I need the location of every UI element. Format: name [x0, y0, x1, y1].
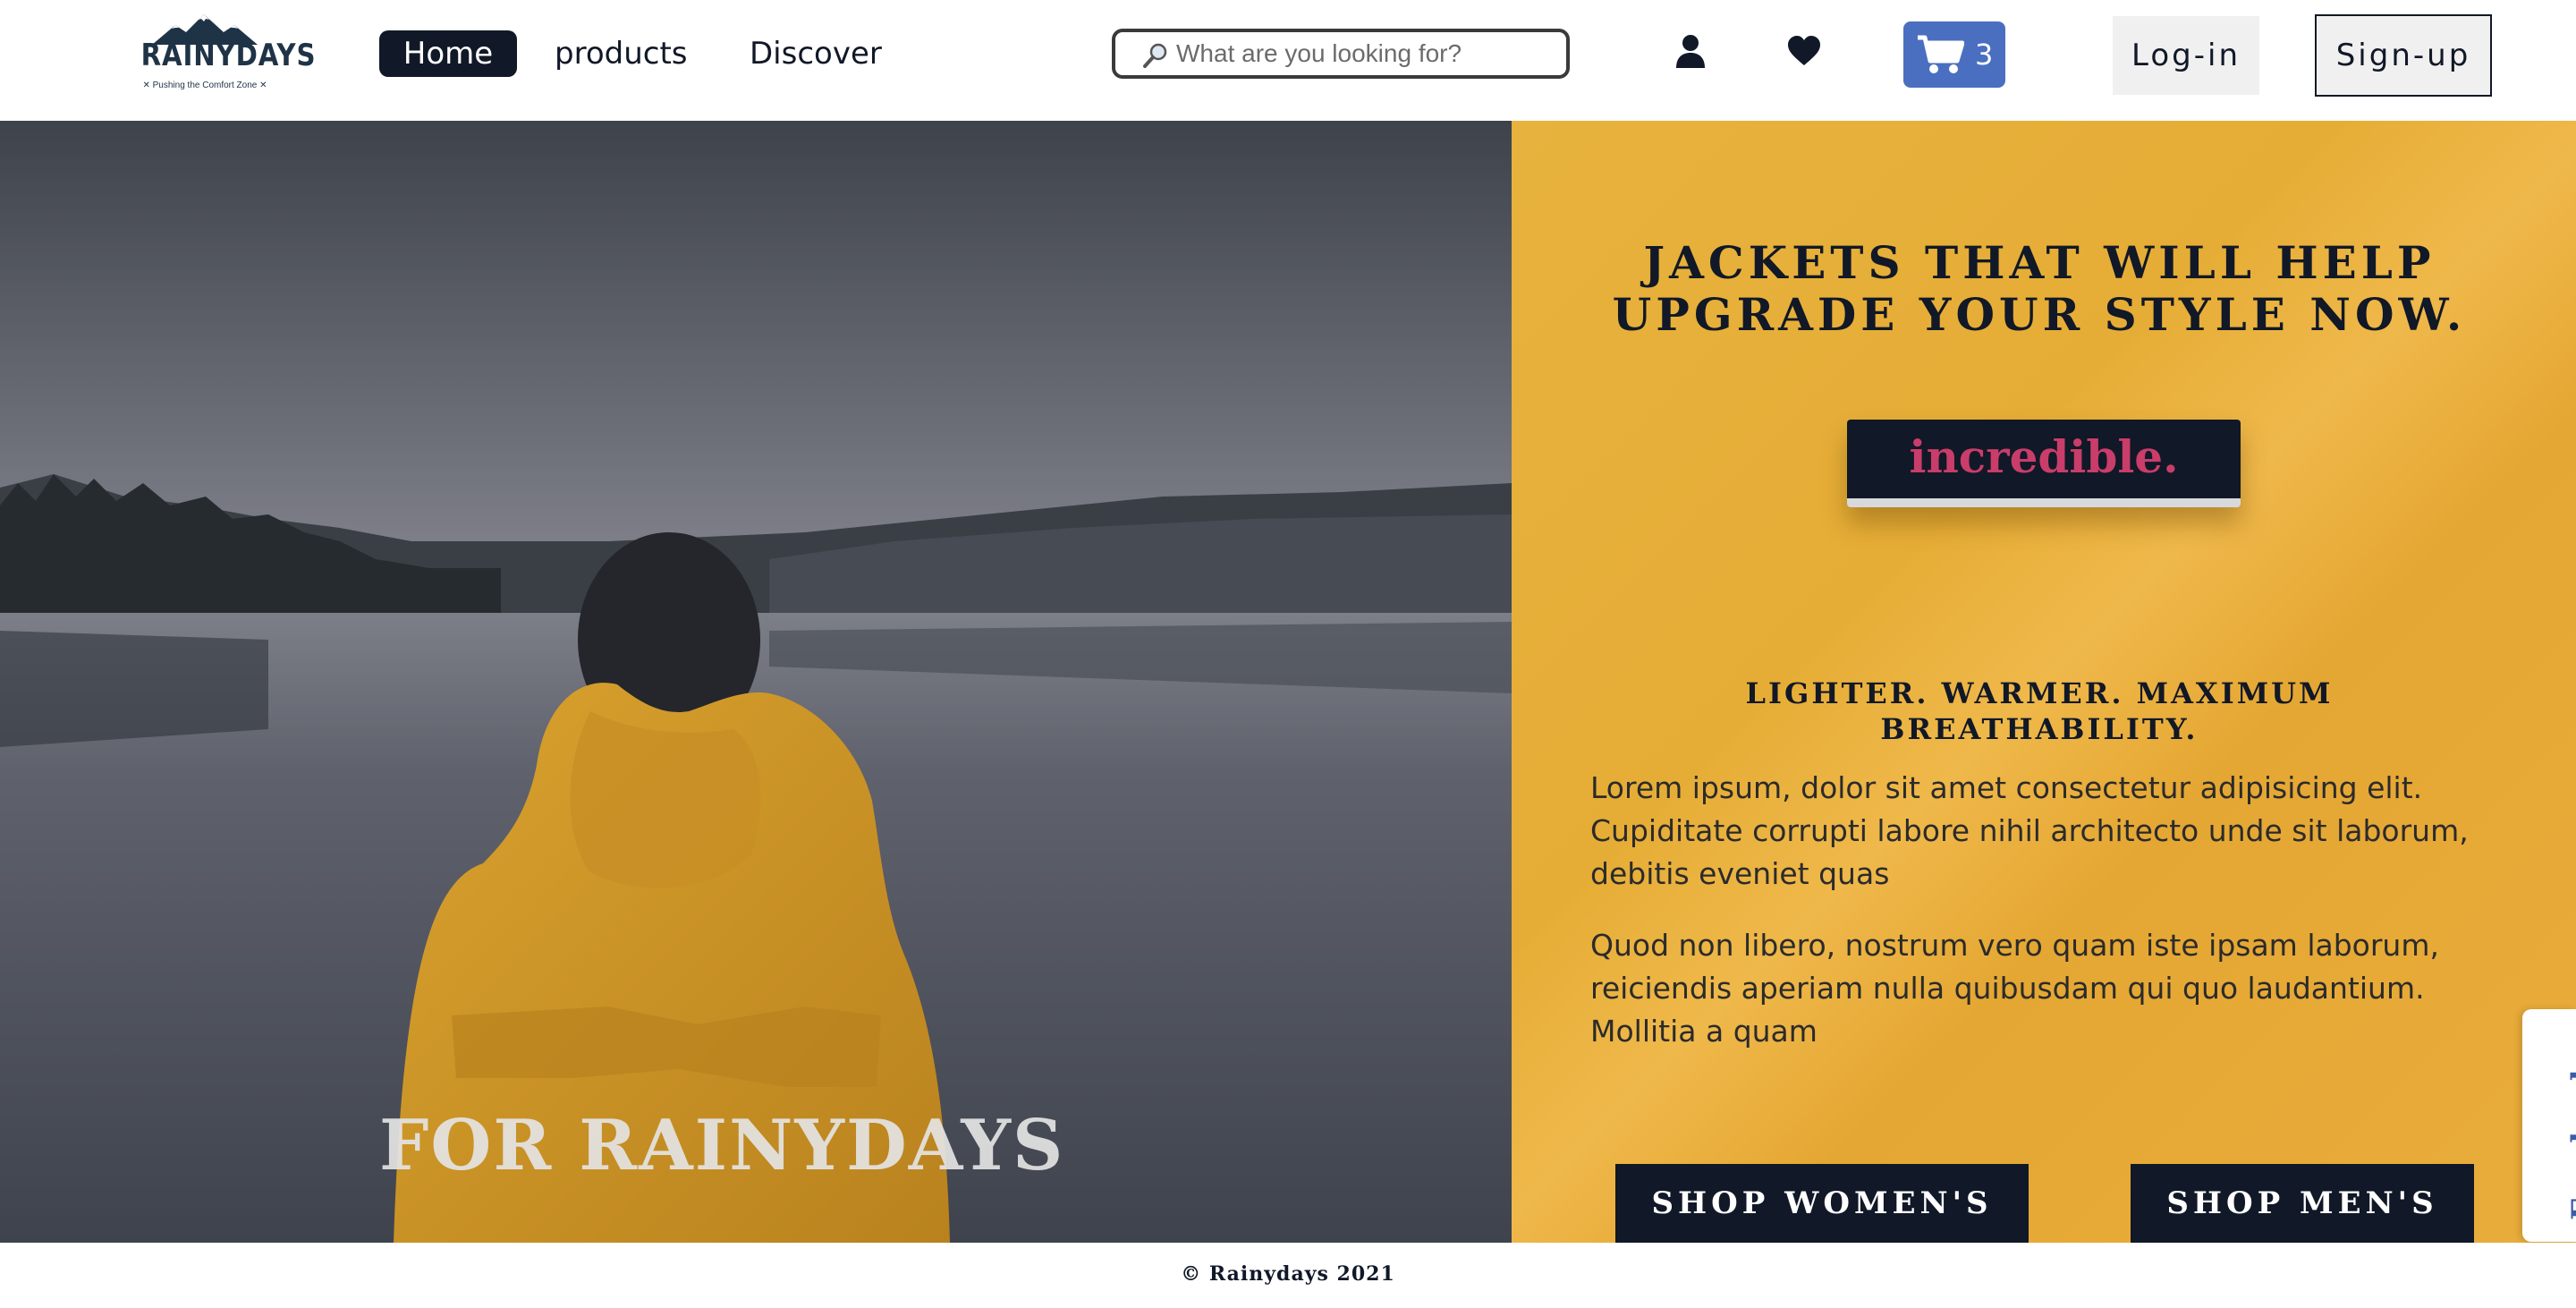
- hero-image: FOR RAINYDAYS: [0, 121, 1512, 1243]
- hero-photo: [0, 121, 1512, 1243]
- promo-subheadline: LIGHTER. WARMER. MAXIMUM BREATHABILITY.: [1745, 676, 2334, 746]
- cart-icon: [1918, 35, 1964, 73]
- shop-mens-button[interactable]: SHOP MEN'S: [2131, 1164, 2474, 1243]
- login-button[interactable]: Log-in: [2113, 16, 2259, 95]
- heart-icon[interactable]: [1787, 36, 1821, 66]
- facebook-label: Facebook: [2565, 1059, 2576, 1220]
- facebook-tab[interactable]: Facebook: [2522, 1009, 2576, 1242]
- signup-button[interactable]: Sign-up: [2315, 14, 2492, 97]
- promo-badge: incredible.: [1847, 420, 2241, 507]
- promo-paragraph-2: Quod non libero, nostrum vero quam iste …: [1590, 928, 2439, 1049]
- promo-paragraph-1: Lorem ipsum, dolor sit amet consectetur …: [1590, 770, 2469, 891]
- nav-item-discover[interactable]: Discover: [750, 30, 882, 77]
- promo-headline: JACKETS THAT WILL HELP UPGRADE YOUR STYL…: [1612, 236, 2467, 341]
- hero-caption: FOR RAINYDAYS: [379, 1105, 1065, 1186]
- search-input[interactable]: [1176, 38, 1552, 70]
- site-footer: © Rainydays 2021: [0, 1243, 2576, 1308]
- search-box: [1112, 29, 1570, 79]
- user-icon[interactable]: [1674, 34, 1707, 68]
- shop-womens-button[interactable]: SHOP WOMEN'S: [1615, 1164, 2029, 1243]
- brand-logo[interactable]: RAINYDAYS ✕ Pushing the Comfort Zone ✕: [131, 14, 317, 97]
- search-icon: [1143, 43, 1167, 68]
- nav-item-products[interactable]: products: [555, 30, 687, 77]
- cart-button[interactable]: 3: [1903, 21, 2005, 88]
- nav-item-home[interactable]: Home: [379, 30, 517, 77]
- cart-count: 3: [1975, 38, 1994, 72]
- site-header: RAINYDAYS ✕ Pushing the Comfort Zone ✕ H…: [0, 0, 2576, 121]
- promo-panel: JACKETS THAT WILL HELP UPGRADE YOUR STYL…: [1512, 121, 2576, 1243]
- copyright-text: © Rainydays 2021: [1181, 1262, 1395, 1286]
- brand-tagline: ✕ Pushing the Comfort Zone ✕: [142, 81, 267, 90]
- brand-name: RAINYDAYS: [140, 38, 317, 73]
